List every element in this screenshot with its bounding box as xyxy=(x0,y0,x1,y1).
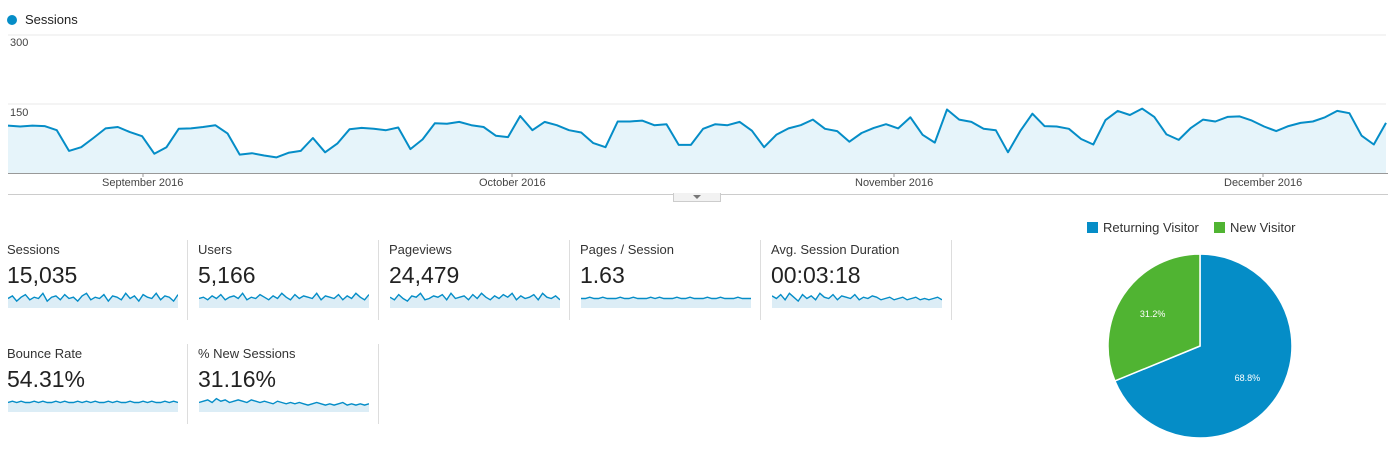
new-visitor-swatch xyxy=(1214,222,1225,233)
metric-divider xyxy=(951,240,952,320)
sessions-line-chart[interactable] xyxy=(0,0,1396,200)
metric-name: Pages / Session xyxy=(580,242,674,257)
metric-divider xyxy=(187,344,188,424)
sparkline-fill xyxy=(8,401,178,412)
metric-value: 5,166 xyxy=(198,262,256,288)
chevron-down-icon xyxy=(693,195,701,199)
metric-divider xyxy=(760,240,761,320)
metric-divider xyxy=(569,240,570,320)
sessions-legend-label[interactable]: Sessions xyxy=(25,12,78,27)
metric-value: 24,479 xyxy=(389,262,460,288)
metric-divider xyxy=(187,240,188,320)
metric-divider xyxy=(378,240,379,320)
chart-resize-handle[interactable] xyxy=(673,193,721,202)
x-axis-label-december: December 2016 xyxy=(1224,177,1303,189)
metric-value: 31.16% xyxy=(198,366,277,392)
pie-slice-label: 68.8% xyxy=(1235,373,1261,383)
metric-name: % New Sessions xyxy=(198,346,296,361)
metric-divider xyxy=(378,344,379,424)
metric-sparkline xyxy=(390,292,560,308)
metric-value: 00:03:18 xyxy=(771,262,861,288)
metric-value: 54.31% xyxy=(7,366,86,392)
pie-legend-new[interactable]: New Visitor xyxy=(1214,220,1296,235)
sparkline-line xyxy=(581,296,751,300)
sessions-legend-dot xyxy=(7,15,17,25)
metric-sparkline xyxy=(772,292,942,308)
metric-name: Sessions xyxy=(7,242,60,257)
metric-sparkline xyxy=(199,292,369,308)
pie-slice-label: 31.2% xyxy=(1140,309,1166,319)
metric-name: Users xyxy=(198,242,232,257)
sessions-area-fill xyxy=(8,108,1386,173)
metric-sparkline xyxy=(199,397,369,412)
x-axis-label-october: October 2016 xyxy=(479,177,546,189)
metric-sparkline xyxy=(581,296,751,308)
metric-name: Bounce Rate xyxy=(7,346,83,361)
sparkline-fill xyxy=(8,293,178,308)
x-axis-label-november: November 2016 xyxy=(855,177,934,189)
pie-legend-label: New Visitor xyxy=(1230,220,1296,235)
metric-sparkline xyxy=(8,400,178,412)
metric-name: Avg. Session Duration xyxy=(771,242,900,257)
visitor-type-pie-chart[interactable]: 68.8% 31.2% xyxy=(1100,248,1300,448)
metric-sparkline xyxy=(8,292,178,308)
metric-name: Pageviews xyxy=(389,242,452,257)
y-axis-label-mid: 150 xyxy=(10,107,29,119)
y-axis-label-top: 300 xyxy=(10,37,29,49)
metric-value: 1.63 xyxy=(580,262,625,288)
pie-legend-label: Returning Visitor xyxy=(1103,220,1199,235)
pie-legend-returning[interactable]: Returning Visitor xyxy=(1087,220,1199,235)
metric-value: 15,035 xyxy=(7,262,78,288)
returning-visitor-swatch xyxy=(1087,222,1098,233)
x-axis-label-september: September 2016 xyxy=(102,177,184,189)
